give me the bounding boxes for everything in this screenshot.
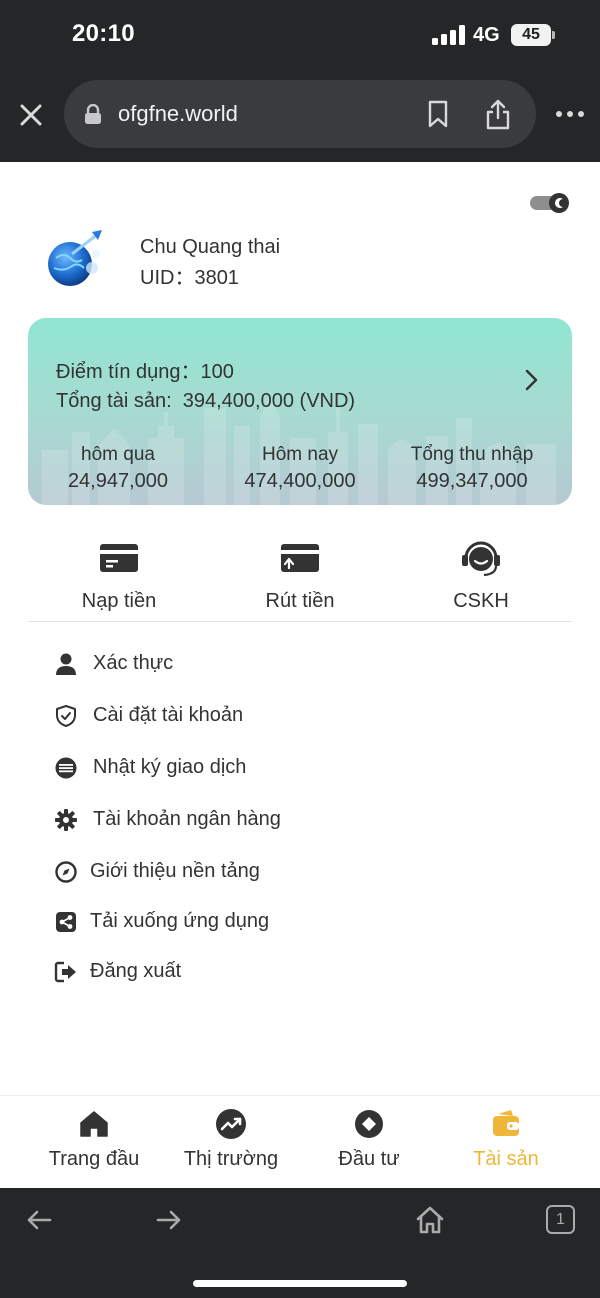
profile-uid: UID：3801 — [140, 267, 239, 289]
user-icon — [56, 653, 76, 675]
withdraw-label: Rút tiền — [265, 590, 335, 612]
signal-icon — [432, 25, 466, 45]
address-bar[interactable]: ofgfne.world — [64, 80, 536, 148]
dark-mode-toggle[interactable] — [530, 192, 570, 214]
tab-market[interactable]: Thị trường — [156, 1108, 306, 1171]
tab-invest[interactable]: Đầu tư — [294, 1108, 444, 1171]
browser-bottom-toolbar: 1 — [0, 1188, 600, 1298]
clock: 20:10 — [72, 20, 135, 47]
tab-label: Đầu tư — [338, 1148, 400, 1170]
trend-icon — [216, 1109, 246, 1139]
menu-label: Tải xuống ứng dụng — [90, 910, 270, 932]
tab-home[interactable]: Trang đầu — [19, 1108, 169, 1171]
menu-label: Giới thiệu nền tảng — [90, 860, 260, 882]
bottom-tab-bar: Trang đầu Thị trường Đầu tư Tài sản — [0, 1095, 600, 1188]
stat-value: 474,400,000 — [244, 470, 356, 492]
menu-item-bank-account[interactable]: Tài khoản ngân hàng — [54, 804, 534, 838]
stat-label: Hôm nay — [261, 444, 339, 465]
invest-icon — [355, 1110, 383, 1138]
menu-item-account-settings[interactable]: Cài đặt tài khoản — [54, 700, 534, 734]
withdraw-card-icon — [281, 544, 319, 572]
compass-icon — [55, 861, 77, 883]
stat-value: 499,347,000 — [416, 470, 528, 492]
menu-item-verification[interactable]: Xác thực — [54, 648, 534, 682]
browser-toolbar: ofgfne.world — [0, 72, 600, 162]
credit-score-value: 100 — [200, 361, 234, 383]
chevron-right-icon[interactable] — [524, 368, 540, 392]
tab-label: Thị trường — [183, 1148, 279, 1170]
network-type: 4G — [473, 24, 500, 46]
menu-label: Cài đặt tài khoản — [93, 704, 244, 726]
bookmark-icon[interactable] — [426, 100, 450, 128]
menu-label: Xác thực — [93, 652, 174, 674]
credit-score-row: Điểm tín dụng：100 — [56, 355, 234, 384]
shield-icon — [56, 705, 76, 727]
menu-item-download-app[interactable]: Tải xuống ứng dụng — [54, 906, 534, 940]
list-circle-icon — [55, 757, 77, 779]
tab-label: Tài sản — [473, 1148, 539, 1170]
credit-score-label: Điểm tín dụng： — [56, 361, 201, 383]
total-assets-label: Tổng tài sản: — [56, 390, 172, 412]
lock-icon — [85, 104, 101, 124]
menu-item-platform-intro[interactable]: Giới thiệu nền tảng — [54, 856, 534, 890]
menu-item-transaction-log[interactable]: Nhật ký giao dịch — [54, 752, 534, 786]
headset-icon — [462, 541, 500, 577]
status-bar: 20:10 4G 45 — [0, 0, 600, 72]
support-button[interactable]: CSKH — [390, 538, 572, 613]
menu-label: Đăng xuất — [90, 960, 182, 982]
menu-label: Tài khoản ngân hàng — [93, 808, 281, 830]
stat-total-income: Tổng thu nhập 499,347,000 — [392, 444, 552, 493]
menu-label: Nhật ký giao dịch — [93, 756, 247, 778]
menu-item-logout[interactable]: Đăng xuất — [54, 956, 534, 990]
forward-arrow-icon[interactable] — [154, 1205, 184, 1235]
url-text: ofgfne.world — [118, 101, 238, 126]
home-icon — [80, 1111, 108, 1137]
logout-icon — [54, 961, 76, 983]
profile-name: Chu Quang thai — [140, 236, 281, 258]
home-indicator — [193, 1280, 407, 1287]
total-assets-row: Tổng tài sản: 394,400,000 (VND) — [56, 390, 355, 413]
tab-assets[interactable]: Tài sản — [431, 1108, 581, 1171]
stat-yesterday: hôm qua 24,947,000 — [38, 444, 198, 493]
back-arrow-icon[interactable] — [24, 1205, 54, 1235]
account-page: Chu Quang thai UID：3801 Điểm tín dụng：10… — [0, 162, 600, 1095]
stat-value: 24,947,000 — [67, 470, 169, 492]
deposit-button[interactable]: Nạp tiền — [28, 538, 210, 613]
deposit-card-icon — [100, 544, 138, 572]
stat-label: hôm qua — [81, 444, 155, 465]
wallet-icon — [493, 1110, 519, 1136]
battery-icon: 45 — [511, 24, 551, 46]
quick-actions: Nạp tiền Rút tiền CSKH — [28, 538, 572, 622]
close-icon[interactable] — [16, 100, 46, 130]
avatar — [48, 230, 102, 286]
share-icon[interactable] — [484, 98, 512, 130]
stat-label: Tổng thu nhập — [410, 444, 534, 465]
gear-icon — [55, 809, 77, 831]
home-icon[interactable] — [415, 1205, 445, 1235]
total-assets-value: 394,400,000 (VND) — [182, 390, 356, 412]
share-icon — [56, 912, 76, 932]
withdraw-button[interactable]: Rút tiền — [209, 538, 391, 613]
tabs-count-button[interactable]: 1 — [546, 1205, 575, 1234]
more-icon[interactable] — [555, 104, 585, 124]
stat-today: Hôm nay 474,400,000 — [220, 444, 380, 493]
support-label: CSKH — [453, 590, 509, 612]
deposit-label: Nạp tiền — [81, 590, 157, 612]
battery-nub — [552, 31, 555, 39]
asset-summary-card[interactable]: Điểm tín dụng：100 Tổng tài sản: 394,400,… — [28, 318, 572, 505]
tab-label: Trang đầu — [48, 1148, 140, 1170]
